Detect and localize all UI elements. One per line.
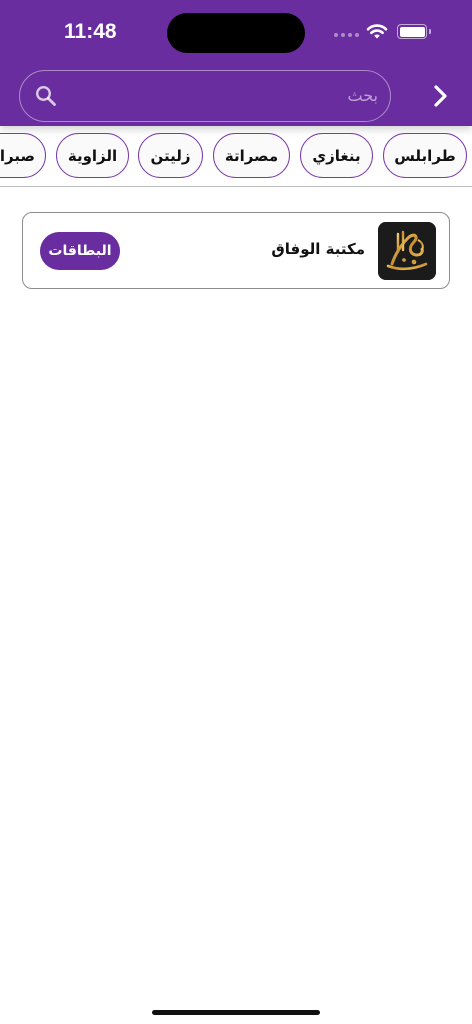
- divider: [0, 186, 472, 187]
- status-time: 11:48: [64, 20, 117, 43]
- library-title: مكتبة الوفاق: [271, 240, 365, 258]
- chip-benghazi[interactable]: بنغازي: [300, 133, 373, 178]
- chip-sabratha[interactable]: صبراتة: [0, 133, 46, 178]
- search-bar[interactable]: [19, 70, 391, 122]
- home-indicator[interactable]: [152, 1010, 320, 1015]
- chevron-right-icon[interactable]: [430, 82, 452, 110]
- battery-icon: [397, 24, 431, 39]
- wifi-icon: [366, 24, 388, 39]
- cellular-signal-icon: [334, 33, 359, 37]
- library-logo: [378, 222, 436, 280]
- cards-button[interactable]: البطاقات: [40, 232, 120, 270]
- dynamic-island: [167, 13, 305, 53]
- app-header: 11:48: [0, 0, 472, 126]
- library-card[interactable]: مكتبة الوفاق البطاقات: [22, 212, 450, 289]
- chip-zawiya[interactable]: الزاوية: [56, 133, 129, 178]
- chip-zliten[interactable]: زليتن: [138, 133, 203, 178]
- search-input[interactable]: [80, 71, 378, 120]
- app-screen: 11:48 طرابلس بنغازي مصراتة زليتن ال: [0, 0, 472, 1024]
- chip-tripoli[interactable]: طرابلس: [383, 133, 467, 178]
- search-icon[interactable]: [35, 85, 57, 107]
- chip-misrata[interactable]: مصراتة: [213, 133, 290, 178]
- city-filter-chips: طرابلس بنغازي مصراتة زليتن الزاوية صبرات…: [0, 130, 472, 182]
